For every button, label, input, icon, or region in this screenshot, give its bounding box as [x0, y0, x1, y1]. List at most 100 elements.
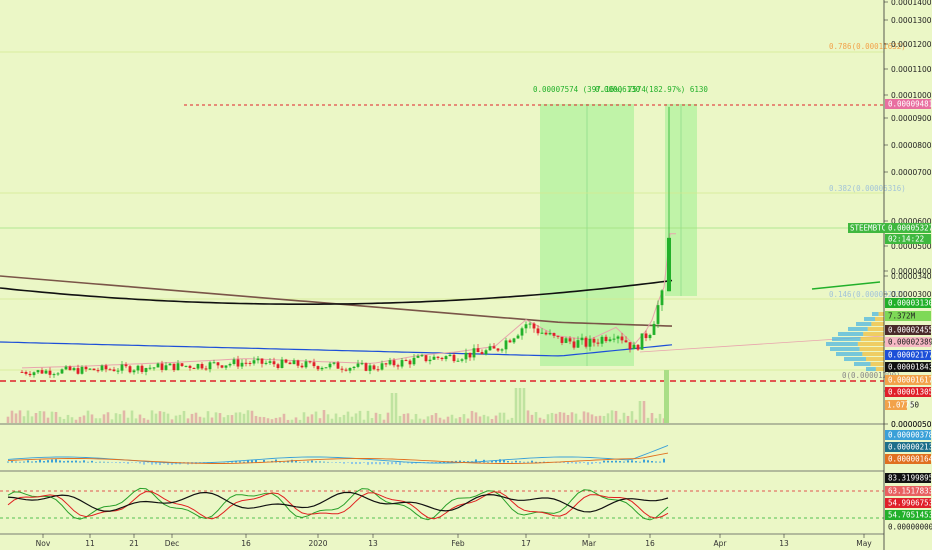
candle[interactable]: [568, 338, 572, 342]
candle[interactable]: [20, 371, 24, 373]
candle[interactable]: [404, 360, 408, 362]
candle[interactable]: [156, 363, 160, 368]
candle[interactable]: [236, 359, 240, 367]
candle[interactable]: [140, 365, 144, 372]
candle[interactable]: [36, 370, 40, 373]
candle[interactable]: [520, 328, 524, 336]
candle[interactable]: [388, 360, 392, 365]
candle[interactable]: [652, 323, 656, 335]
candle[interactable]: [24, 371, 28, 374]
candle[interactable]: [168, 363, 172, 366]
candle[interactable]: [64, 366, 68, 370]
candle[interactable]: [248, 362, 252, 364]
candle[interactable]: [648, 334, 652, 339]
candle[interactable]: [132, 370, 136, 373]
candle[interactable]: [172, 363, 176, 371]
candle[interactable]: [572, 341, 576, 348]
candle[interactable]: [624, 340, 628, 343]
candle[interactable]: [484, 350, 488, 355]
candle[interactable]: [368, 365, 372, 371]
candle[interactable]: [232, 359, 236, 364]
candle[interactable]: [540, 332, 544, 334]
candle[interactable]: [320, 367, 324, 370]
candle[interactable]: [180, 363, 184, 367]
candle[interactable]: [344, 369, 348, 371]
candle[interactable]: [604, 336, 608, 342]
candle[interactable]: [616, 336, 620, 339]
candle[interactable]: [28, 373, 32, 376]
candle[interactable]: [108, 369, 112, 371]
candle[interactable]: [212, 362, 216, 364]
candle[interactable]: [240, 362, 244, 367]
candle[interactable]: [452, 354, 456, 362]
candle[interactable]: [420, 355, 424, 357]
candle[interactable]: [224, 365, 228, 368]
candle[interactable]: [160, 363, 164, 370]
candle[interactable]: [608, 339, 612, 342]
candle[interactable]: [632, 344, 636, 350]
candle[interactable]: [364, 363, 368, 371]
candle[interactable]: [544, 332, 548, 335]
candle[interactable]: [460, 359, 464, 361]
candle[interactable]: [512, 338, 516, 343]
candle[interactable]: [448, 354, 452, 357]
candle[interactable]: [640, 333, 644, 350]
candle[interactable]: [208, 362, 212, 370]
candle[interactable]: [600, 336, 604, 344]
candle[interactable]: [256, 358, 260, 361]
candle[interactable]: [300, 365, 304, 368]
candle[interactable]: [384, 363, 388, 365]
candle[interactable]: [596, 342, 600, 344]
candle[interactable]: [296, 360, 300, 366]
candle[interactable]: [100, 365, 104, 371]
candle[interactable]: [188, 365, 192, 368]
candle[interactable]: [288, 362, 292, 365]
candle[interactable]: [408, 360, 412, 365]
candle[interactable]: [192, 367, 196, 369]
candle[interactable]: [332, 362, 336, 364]
candle[interactable]: [304, 361, 308, 368]
candle[interactable]: [576, 340, 580, 348]
candle[interactable]: [496, 348, 500, 351]
candle[interactable]: [656, 305, 660, 324]
candle[interactable]: [292, 360, 296, 365]
candle[interactable]: [340, 368, 344, 370]
candle[interactable]: [272, 361, 276, 365]
candle[interactable]: [636, 344, 640, 350]
candle[interactable]: [432, 356, 436, 360]
candle[interactable]: [424, 355, 428, 362]
candle[interactable]: [348, 368, 352, 371]
candle[interactable]: [412, 357, 416, 365]
candle[interactable]: [116, 370, 120, 372]
candle[interactable]: [352, 366, 356, 369]
candle[interactable]: [48, 370, 52, 375]
candle[interactable]: [504, 340, 508, 350]
candle[interactable]: [44, 370, 48, 374]
candle[interactable]: [360, 363, 364, 365]
candle[interactable]: [456, 360, 460, 362]
candle[interactable]: [204, 368, 208, 370]
candle[interactable]: [280, 359, 284, 368]
candle[interactable]: [476, 348, 480, 353]
candle[interactable]: [84, 366, 88, 370]
candle[interactable]: [264, 362, 268, 364]
candle[interactable]: [76, 368, 80, 374]
candle[interactable]: [112, 369, 116, 372]
candle[interactable]: [148, 367, 152, 369]
candle[interactable]: [92, 368, 96, 371]
candle[interactable]: [620, 336, 624, 341]
candle[interactable]: [580, 337, 584, 341]
candle[interactable]: [588, 338, 592, 347]
candle-last[interactable]: [667, 237, 671, 292]
candle[interactable]: [628, 342, 632, 350]
candle[interactable]: [500, 349, 504, 351]
candle[interactable]: [80, 366, 84, 374]
candle[interactable]: [592, 338, 596, 343]
candle[interactable]: [536, 328, 540, 334]
trading-chart[interactable]: 0.786(0.00011632) 0.382(0.00006316) 0.14…: [0, 0, 932, 550]
candle[interactable]: [152, 367, 156, 369]
candle[interactable]: [416, 355, 420, 358]
candle[interactable]: [68, 366, 72, 371]
candle[interactable]: [164, 365, 168, 370]
candle[interactable]: [312, 362, 316, 367]
